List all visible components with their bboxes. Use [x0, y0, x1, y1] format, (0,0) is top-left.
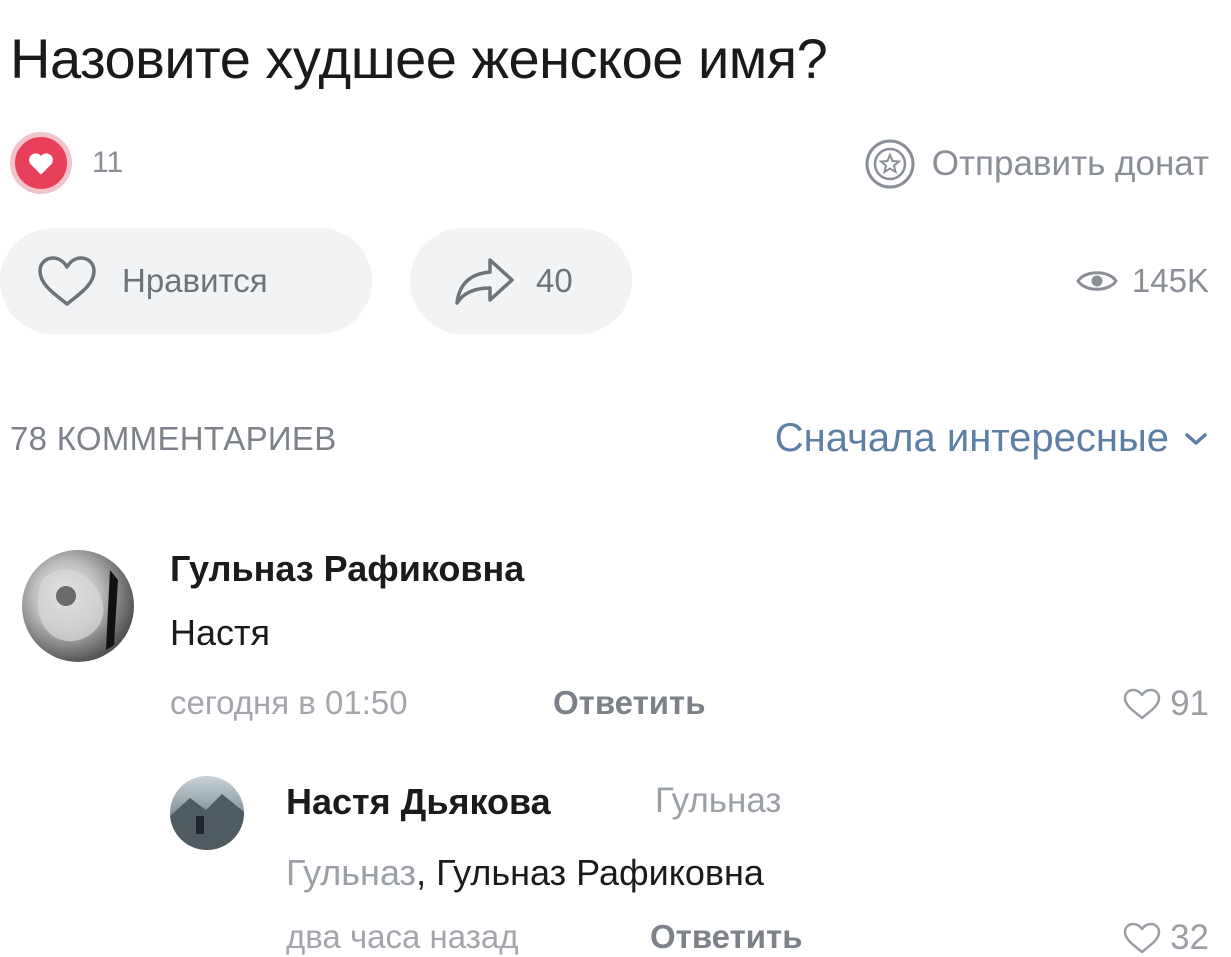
reactions-summary[interactable]: 11 — [10, 132, 123, 194]
comment-like-button[interactable]: 32 — [1122, 918, 1209, 957]
donate-button[interactable]: Отправить донат — [864, 138, 1209, 190]
share-arrow-icon — [455, 258, 514, 305]
like-label: Нравится — [122, 262, 268, 299]
comment-like-button[interactable]: 91 — [1122, 684, 1209, 724]
share-count: 40 — [536, 262, 573, 299]
chevron-down-icon — [1185, 432, 1207, 445]
reply-to-name[interactable]: Гульназ — [655, 781, 781, 821]
comment-like-count: 32 — [1170, 918, 1209, 957]
reply-button[interactable]: Ответить — [553, 684, 706, 722]
views-counter: 145K — [1076, 262, 1209, 300]
comment-author[interactable]: Гульназ Рафиковна — [170, 548, 524, 590]
views-count: 145K — [1131, 262, 1209, 299]
comment-timestamp: два часа назад — [286, 918, 519, 955]
comment-text: Настя — [170, 612, 271, 653]
like-button[interactable]: Нравится — [0, 228, 372, 334]
heart-outline-icon — [1123, 922, 1161, 954]
avatar[interactable] — [170, 776, 244, 850]
sort-label: Сначала интересные — [774, 416, 1169, 460]
share-button[interactable]: 40 — [410, 228, 632, 334]
mention-link[interactable]: Гульназ — [286, 852, 416, 893]
comment-author[interactable]: Настя Дьякова — [286, 781, 551, 823]
comment-timestamp: сегодня в 01:50 — [170, 684, 408, 721]
eye-icon — [1076, 271, 1118, 291]
sort-dropdown[interactable]: Сначала интересные — [775, 416, 1209, 461]
avatar[interactable] — [22, 550, 134, 662]
comment-text-rest: , Гульназ Рафиковна — [416, 852, 764, 893]
donate-star-icon — [865, 139, 915, 189]
donate-label: Отправить донат — [931, 144, 1209, 183]
heart-outline-icon — [38, 256, 96, 306]
comment-text: Гульназ, Гульназ Рафиковна — [286, 852, 764, 894]
heart-outline-icon — [1123, 688, 1161, 720]
post-title: Назовите худшее женское имя? — [10, 27, 828, 90]
comment-like-count: 91 — [1170, 684, 1209, 723]
reaction-count: 11 — [92, 146, 124, 179]
comments-count: 78 КОММЕНТАРИЕВ — [10, 420, 337, 457]
reply-button[interactable]: Ответить — [650, 918, 803, 956]
heart-filled-icon — [10, 132, 72, 194]
